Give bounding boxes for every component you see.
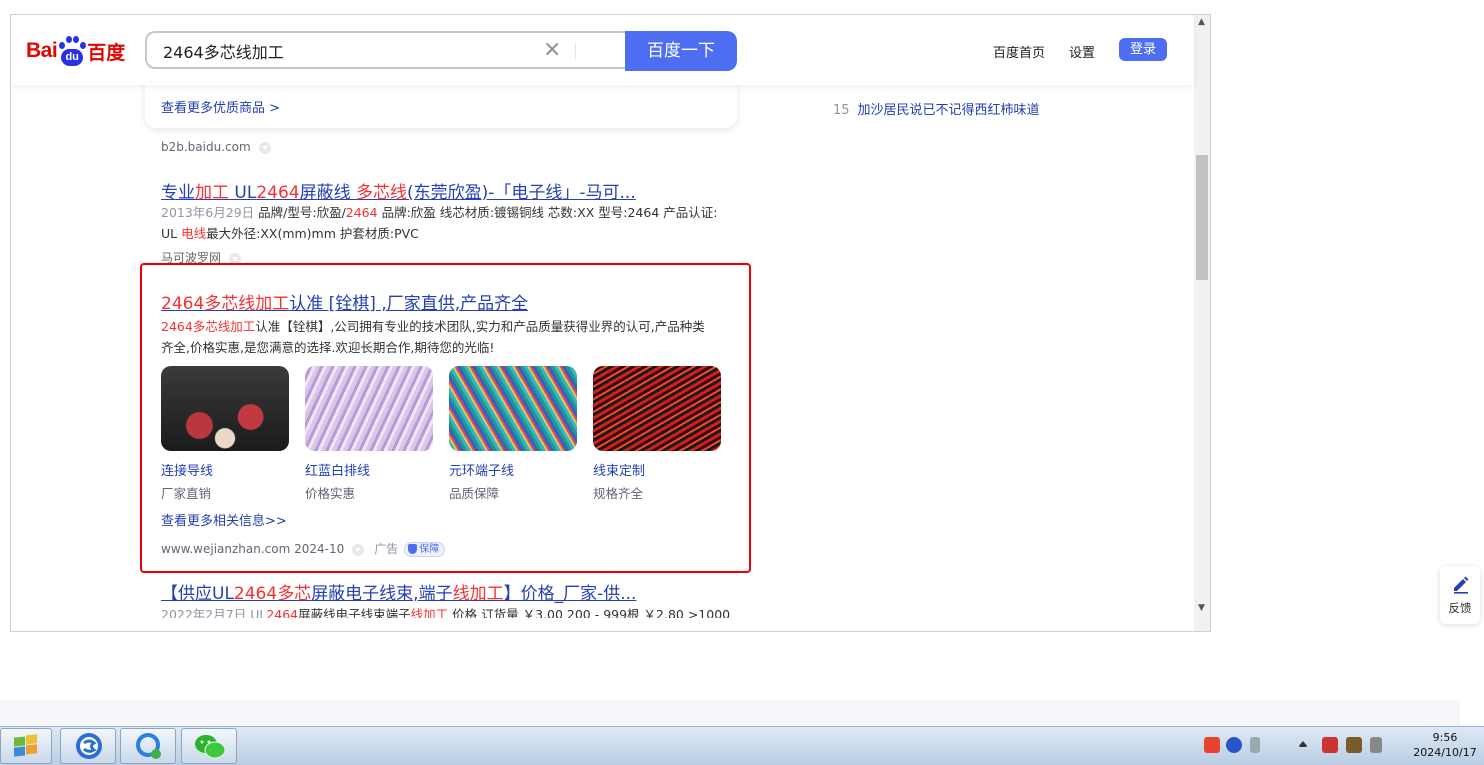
volume-icon[interactable] bbox=[1370, 737, 1382, 753]
shield-icon bbox=[408, 544, 418, 554]
wechat-icon bbox=[195, 735, 226, 759]
sogou-browser-icon bbox=[76, 733, 102, 759]
browser-frame: Bai du 百度 × 百度一下 百度首页 设置 登录 查看更多优质商品 > b… bbox=[10, 14, 1211, 632]
more-goods-link[interactable]: 查看更多优质商品 > bbox=[161, 97, 280, 116]
result-description: 2022年2月7日 UL2464屏蔽线电子线束端子线加工 价格 订货量 ￥3.0… bbox=[161, 607, 731, 618]
protect-badge[interactable]: 保障 bbox=[404, 542, 446, 557]
product-subtitle: 厂家直销 bbox=[161, 486, 212, 501]
taskbar-app-wechat[interactable] bbox=[181, 728, 237, 764]
product-title[interactable]: 连接导线 bbox=[161, 460, 213, 479]
feedback-label: 反馈 bbox=[1448, 601, 1472, 615]
ad-title[interactable]: 2464多芯线加工认准 [铨棋] ,厂家直供,产品齐全 bbox=[161, 289, 528, 314]
ad-label: 广告 bbox=[374, 542, 399, 556]
help-icon[interactable] bbox=[1226, 737, 1242, 753]
dropdown-icon[interactable] bbox=[352, 543, 365, 556]
product-title[interactable]: 红蓝白排线 bbox=[305, 460, 370, 479]
chat-app-icon bbox=[136, 733, 161, 759]
nav-home-link[interactable]: 百度首页 bbox=[993, 42, 1045, 61]
result-source: b2b.baidu.com bbox=[161, 140, 271, 154]
product-subtitle: 价格实惠 bbox=[305, 486, 356, 501]
input-method-icon[interactable] bbox=[1204, 737, 1220, 753]
scrollbar[interactable]: ▲ ▼ bbox=[1194, 15, 1210, 631]
divider bbox=[575, 43, 576, 59]
tray-expand-icon[interactable] bbox=[1298, 741, 1308, 747]
paw-icon: du bbox=[58, 36, 87, 66]
close-icon[interactable]: × bbox=[543, 37, 561, 63]
result-title[interactable]: 【供应UL2464多芯屏蔽电子线束,端子线加工】价格_厂家-供... bbox=[161, 579, 636, 604]
scroll-up-icon[interactable]: ▲ bbox=[1198, 17, 1205, 27]
nav-settings-link[interactable]: 设置 bbox=[1069, 42, 1095, 61]
taskbar-app-chat[interactable] bbox=[120, 728, 176, 764]
edit-icon bbox=[1454, 576, 1469, 594]
search-input[interactable] bbox=[161, 40, 545, 61]
product-image[interactable] bbox=[305, 366, 433, 451]
product-subtitle: 品质保障 bbox=[449, 486, 500, 501]
product-image[interactable] bbox=[593, 366, 721, 451]
more-info-link[interactable]: 查看更多相关信息>> bbox=[161, 510, 287, 529]
clock-time: 9:56 bbox=[1432, 731, 1458, 744]
product-subtitle: 规格齐全 bbox=[593, 486, 644, 501]
login-button[interactable]: 登录 bbox=[1119, 38, 1167, 61]
feedback-button[interactable]: 反馈 bbox=[1440, 566, 1480, 624]
scroll-down-icon[interactable]: ▼ bbox=[1198, 603, 1205, 613]
taskbar: 9:56 2024/10/17 bbox=[0, 726, 1484, 765]
source-text: b2b.baidu.com bbox=[161, 140, 251, 154]
product-image[interactable] bbox=[161, 366, 289, 451]
clock[interactable]: 9:56 2024/10/17 bbox=[1412, 730, 1478, 760]
pin-icon[interactable] bbox=[1250, 737, 1260, 753]
ad-source: www.wejianzhan.com 2024-10 广告 保障 bbox=[161, 540, 446, 557]
ad-description: 2464多芯线加工认准【铨棋】,公司拥有专业的技术团队,实力和产品质量获得业界的… bbox=[161, 319, 705, 355]
scroll-thumb[interactable] bbox=[1196, 155, 1208, 280]
product-image[interactable] bbox=[449, 366, 577, 451]
network-alert-icon[interactable] bbox=[1322, 737, 1338, 753]
search-button[interactable]: 百度一下 bbox=[625, 31, 737, 71]
start-button[interactable] bbox=[0, 728, 52, 764]
baidu-logo[interactable]: Bai du 百度 bbox=[26, 33, 125, 69]
hot-search-item[interactable]: 15 加沙居民说已不记得西红柿味道 bbox=[833, 99, 1040, 118]
search-box: × bbox=[145, 31, 627, 69]
search-header: Bai du 百度 × 百度一下 百度首页 设置 登录 bbox=[11, 15, 1194, 85]
logo-zh: 百度 bbox=[87, 41, 126, 64]
result-description: 2013年6月29日 品牌/型号:欣盈/2464 品牌:欣盈 线芯材质:镀锡铜线… bbox=[161, 205, 718, 241]
product-title[interactable]: 元环端子线 bbox=[449, 460, 514, 479]
windows-icon bbox=[14, 734, 37, 757]
dropdown-icon[interactable] bbox=[258, 141, 271, 154]
clock-date: 2024/10/17 bbox=[1413, 746, 1477, 759]
result-title[interactable]: 专业加工 UL2464屏蔽线 多芯线(东莞欣盈)-「电子线」-马可... bbox=[161, 178, 636, 203]
product-title[interactable]: 线束定制 bbox=[593, 460, 645, 479]
taskbar-app-sogou[interactable] bbox=[60, 728, 116, 764]
logo-bai: Bai bbox=[26, 39, 58, 62]
flag-icon[interactable] bbox=[1346, 737, 1362, 753]
page-background bbox=[0, 700, 1460, 726]
